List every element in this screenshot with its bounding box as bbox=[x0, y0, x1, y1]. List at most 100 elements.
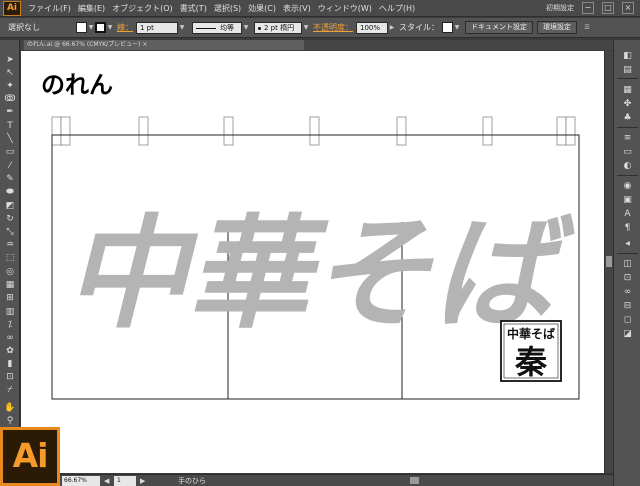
document-setup-button[interactable]: ドキュメント設定 bbox=[465, 21, 533, 34]
collapse-panel-icon[interactable]: ◀ bbox=[621, 238, 634, 250]
color-panel-icon[interactable]: ◧ bbox=[621, 50, 634, 62]
stamp-kanji: 秦 bbox=[514, 343, 548, 381]
artboard-canvas[interactable]: のれん 中華そば 中華そば 秦 bbox=[21, 51, 604, 473]
menu-select[interactable]: 選択(S) bbox=[214, 3, 241, 14]
menu-window[interactable]: ウィンドウ(W) bbox=[318, 3, 372, 14]
eraser-icon[interactable]: ◩ bbox=[4, 200, 16, 212]
document-tab[interactable]: のれん.ai @ 66.67% (CMYK/プレビュー) × bbox=[24, 40, 304, 50]
shop-stamp: 中華そば 秦 bbox=[500, 320, 562, 382]
menu-view[interactable]: 表示(V) bbox=[283, 3, 311, 14]
rectangle-tool-icon[interactable]: ▭ bbox=[4, 146, 16, 158]
menu-type[interactable]: 書式(T) bbox=[180, 3, 207, 14]
artboards-icon[interactable]: ⊡ bbox=[621, 272, 634, 284]
workspace-switcher[interactable]: 初期設定 bbox=[546, 3, 574, 13]
close-button[interactable]: × bbox=[622, 2, 634, 14]
stroke-weight-field[interactable]: 1 pt bbox=[136, 21, 178, 34]
scale-icon[interactable]: ⤡ bbox=[4, 226, 16, 238]
layers-icon[interactable]: ◫ bbox=[621, 258, 634, 270]
appearance-icon[interactable]: ◉ bbox=[621, 180, 634, 192]
blend-icon[interactable]: ∞ bbox=[4, 332, 16, 344]
chevron-down-icon[interactable]: ▶ bbox=[388, 24, 396, 31]
eyedropper-icon[interactable]: ⁒ bbox=[4, 319, 16, 331]
preferences-button[interactable]: 環境設定 bbox=[537, 21, 577, 34]
selection-tool-icon[interactable]: ➤ bbox=[4, 54, 16, 66]
stroke-profile-line bbox=[196, 27, 216, 29]
chevron-down-icon[interactable]: ▼ bbox=[178, 24, 186, 31]
menu-file[interactable]: ファイル(F) bbox=[28, 3, 71, 14]
line-tool-icon[interactable]: ╲ bbox=[4, 133, 16, 145]
menu-edit[interactable]: 編集(E) bbox=[78, 3, 105, 14]
menu-help[interactable]: ヘルプ(H) bbox=[379, 3, 415, 14]
app-logo-small: Ai bbox=[3, 0, 21, 16]
stroke-profile-label: 均等 bbox=[220, 23, 234, 32]
status-bar: 66.67% ◀ 1 ▶ 手のひら bbox=[0, 474, 613, 486]
artboard-icon[interactable]: ⊡ bbox=[4, 371, 16, 383]
stroke-panel-icon[interactable]: ≡ bbox=[621, 132, 634, 144]
menu-object[interactable]: オブジェクト(O) bbox=[112, 3, 173, 14]
opacity-label[interactable]: 不透明度： bbox=[313, 22, 353, 33]
graphic-style-swatch[interactable] bbox=[442, 22, 453, 33]
menu-effect[interactable]: 効果(C) bbox=[248, 3, 276, 14]
swatches-icon[interactable]: ▦ bbox=[621, 84, 634, 96]
magic-wand-icon[interactable]: ✦ bbox=[4, 80, 16, 92]
page-next-icon[interactable]: ▶ bbox=[140, 475, 145, 486]
vertical-scroll-thumb[interactable] bbox=[606, 256, 612, 267]
tools-panel: ➤ ↖ ✦ ↂ ✒ T ╲ ▭ ⁄ ✎ ⬬ ◩ ↻ ⤡ ♒ ⬚ ◎ ▦ ⊞ ▥ … bbox=[0, 40, 20, 460]
free-transform-icon[interactable]: ⬚ bbox=[4, 252, 16, 264]
paragraph-icon[interactable]: ¶ bbox=[621, 222, 634, 234]
shape-builder-icon[interactable]: ◎ bbox=[4, 266, 16, 278]
transform-icon[interactable]: ◻ bbox=[621, 314, 634, 326]
hand-tool-icon[interactable]: ✋ bbox=[4, 402, 16, 414]
symbol-sprayer-icon[interactable]: ✿ bbox=[4, 345, 16, 357]
stamp-top-text: 中華そば bbox=[507, 326, 555, 341]
gradient-panel-icon[interactable]: ▭ bbox=[621, 146, 634, 158]
maximize-button[interactable]: □ bbox=[602, 2, 614, 14]
pen-tool-icon[interactable]: ✒ bbox=[4, 106, 16, 118]
stroke-label[interactable]: 線： bbox=[117, 22, 133, 33]
paintbrush-icon[interactable]: ⁄ bbox=[4, 160, 16, 172]
panel-dock: ◧ ▤ ▦ ✤ ♣ ≡ ▭ ◐ ◉ ▣ A ¶ ◀ ◫ ⊡ ∞ ⊟ ◻ ◪ bbox=[613, 40, 640, 486]
chevron-down-icon[interactable]: ▼ bbox=[302, 24, 310, 31]
warp-icon[interactable]: ♒ bbox=[4, 239, 16, 251]
vertical-scrollbar[interactable] bbox=[604, 51, 613, 473]
graphic-styles-icon[interactable]: ▣ bbox=[621, 194, 634, 206]
direct-selection-tool-icon[interactable]: ↖ bbox=[4, 67, 16, 79]
control-bar: 選択なし ▼ ▼ 線： 1 pt ▼ 均等 ▼ 2 pt 楕円 ▼ 不透明度： … bbox=[0, 18, 640, 38]
chevron-down-icon[interactable]: ▼ bbox=[106, 24, 114, 31]
align-icon[interactable]: ⊟ bbox=[621, 300, 634, 312]
chevron-down-icon[interactable]: ▼ bbox=[453, 24, 461, 31]
zoom-field[interactable]: 66.67% bbox=[62, 476, 100, 486]
stroke-profile-select[interactable]: 均等 bbox=[192, 21, 242, 34]
pathfinder-icon[interactable]: ◪ bbox=[621, 328, 634, 340]
horizontal-scroll-thumb[interactable] bbox=[410, 477, 419, 484]
opacity-field[interactable]: 100% bbox=[356, 21, 388, 34]
slice-icon[interactable]: ⌿ bbox=[4, 384, 16, 396]
mesh-icon[interactable]: ⊞ bbox=[4, 292, 16, 304]
pencil-icon[interactable]: ✎ bbox=[4, 173, 16, 185]
links-icon[interactable]: ∞ bbox=[621, 286, 634, 298]
lasso-icon[interactable]: ↂ bbox=[4, 93, 16, 105]
type-tool-icon[interactable]: T bbox=[4, 120, 16, 132]
page-number[interactable]: 1 bbox=[114, 476, 136, 486]
character-icon[interactable]: A bbox=[621, 208, 634, 220]
perspective-grid-icon[interactable]: ▦ bbox=[4, 279, 16, 291]
brush-dot-icon bbox=[258, 26, 261, 30]
brushes-icon[interactable]: ✤ bbox=[621, 98, 634, 110]
transparency-icon[interactable]: ◐ bbox=[621, 160, 634, 172]
chevron-down-icon[interactable]: ▼ bbox=[87, 24, 95, 31]
color-guide-icon[interactable]: ▤ bbox=[621, 64, 634, 76]
minimize-button[interactable]: − bbox=[582, 2, 594, 14]
blob-brush-icon[interactable]: ⬬ bbox=[4, 186, 16, 198]
stroke-swatch[interactable] bbox=[95, 22, 106, 33]
page-prev-icon[interactable]: ◀ bbox=[104, 475, 109, 486]
symbols-icon[interactable]: ♣ bbox=[621, 112, 634, 124]
panel-divider bbox=[617, 127, 638, 128]
gradient-icon[interactable]: ▥ bbox=[4, 306, 16, 318]
rotate-icon[interactable]: ↻ bbox=[4, 213, 16, 225]
column-graph-icon[interactable]: ▮ bbox=[4, 358, 16, 370]
zoom-tool-icon[interactable]: ⚲ bbox=[4, 415, 16, 427]
fill-swatch[interactable] bbox=[76, 22, 87, 33]
control-menu-icon[interactable]: ☰ bbox=[583, 24, 591, 31]
brush-select[interactable]: 2 pt 楕円 bbox=[254, 21, 302, 34]
chevron-down-icon[interactable]: ▼ bbox=[242, 24, 250, 31]
